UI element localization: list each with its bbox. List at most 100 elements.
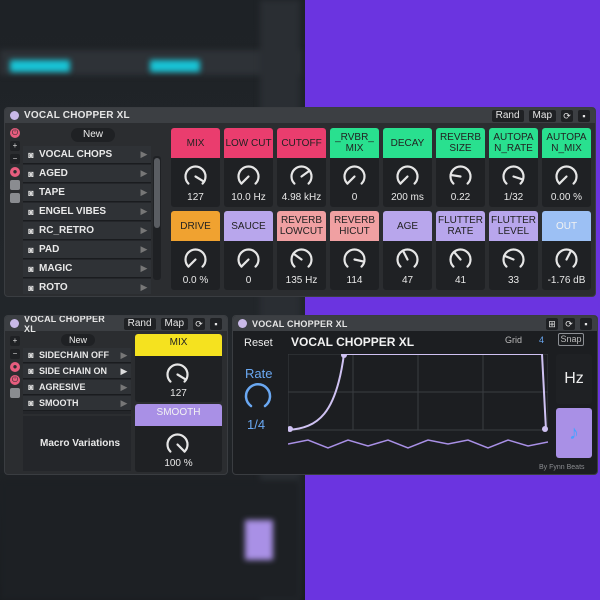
macro-refresh-icon[interactable]: ⟳ xyxy=(193,317,205,330)
param-knob[interactable] xyxy=(448,247,473,272)
preset-item[interactable]: ◙ MAGIC ▶ xyxy=(23,260,151,278)
macro-add-icon[interactable]: + xyxy=(10,336,20,346)
preset-item[interactable]: ◙ TAPE ▶ xyxy=(23,184,151,202)
macro-map-button[interactable]: Map xyxy=(160,317,188,330)
play-icon[interactable]: ▶ xyxy=(137,244,151,255)
macro-smooth-knob[interactable] xyxy=(165,432,190,457)
scrollbar-thumb[interactable] xyxy=(154,158,160,228)
play-icon[interactable]: ▶ xyxy=(137,149,151,160)
param-header[interactable]: OUT xyxy=(542,211,591,241)
play-icon[interactable]: ▶ xyxy=(137,168,151,179)
macro-new-button[interactable]: New xyxy=(61,334,95,346)
preset-item[interactable]: ◙ AGED ▶ xyxy=(23,165,151,183)
macro-save-icon[interactable]: ▪ xyxy=(210,317,222,330)
macro-toggle-icon[interactable] xyxy=(10,319,19,328)
hz-mode-button[interactable]: Hz xyxy=(556,354,592,404)
param-header[interactable]: LOW CUT xyxy=(224,128,273,158)
stack-icon[interactable] xyxy=(10,193,20,203)
play-icon[interactable]: ▶ xyxy=(137,225,151,236)
power-icon[interactable]: ⏻ xyxy=(10,128,20,138)
param-knob[interactable] xyxy=(554,164,579,189)
preset-scrollbar[interactable] xyxy=(153,156,161,280)
macro-preset-item[interactable]: ◙ SMOOTH ▶ xyxy=(23,396,131,411)
param-header[interactable]: REVERB HICUT xyxy=(330,211,379,241)
param-header[interactable]: AUTOPA N_RATE xyxy=(489,128,538,158)
param-header[interactable]: DRIVE xyxy=(171,211,220,241)
param-header[interactable]: AGE xyxy=(383,211,432,241)
preset-item[interactable]: ◙ ROTO ▶ xyxy=(23,279,151,294)
new-preset-button[interactable]: New xyxy=(71,128,115,142)
device-toggle-icon[interactable] xyxy=(10,111,19,120)
save-icon[interactable]: ▪ xyxy=(578,109,590,122)
env-save-icon[interactable]: ▪ xyxy=(580,317,592,330)
grid-value[interactable]: 4 xyxy=(539,335,544,345)
param-knob[interactable] xyxy=(236,247,261,272)
env-refresh-icon[interactable]: ⟳ xyxy=(563,317,575,330)
play-icon[interactable]: ▶ xyxy=(137,206,151,217)
play-icon[interactable]: ▶ xyxy=(117,366,131,377)
play-icon[interactable]: ▶ xyxy=(137,263,151,274)
remove-icon[interactable]: − xyxy=(10,154,20,164)
camera-icon: ◙ xyxy=(28,366,34,376)
preset-label: AGED xyxy=(39,168,68,179)
play-icon[interactable]: ▶ xyxy=(137,282,151,293)
param-knob[interactable] xyxy=(501,247,526,272)
param-knob[interactable] xyxy=(289,164,314,189)
play-icon[interactable]: ▶ xyxy=(117,350,131,361)
reset-button[interactable]: Reset xyxy=(244,337,273,349)
folder-icon[interactable] xyxy=(10,180,20,190)
preset-item[interactable]: ◙ PAD ▶ xyxy=(23,241,151,259)
param-knob[interactable] xyxy=(342,247,367,272)
rand-button[interactable]: Rand xyxy=(491,109,524,122)
macro-preset-item[interactable]: ◙ SIDECHAIN OFF ▶ xyxy=(23,348,131,363)
param-header[interactable]: _RVBR_ MIX xyxy=(330,128,379,158)
camera-icon: ◙ xyxy=(28,382,34,392)
param-knob[interactable] xyxy=(342,164,367,189)
param-knob[interactable] xyxy=(289,247,314,272)
refresh-icon[interactable]: ⟳ xyxy=(561,109,573,122)
param-knob[interactable] xyxy=(236,164,261,189)
param-header[interactable]: REVERB LOWCUT xyxy=(277,211,326,241)
preset-item[interactable]: ◙ VOCAL CHOPS ▶ xyxy=(23,146,151,164)
param-header[interactable]: DECAY xyxy=(383,128,432,158)
macro-remove-icon[interactable]: − xyxy=(10,349,20,359)
macro-rand-button[interactable]: Rand xyxy=(123,317,156,330)
envelope-editor[interactable] xyxy=(288,354,548,454)
camera-icon: ◙ xyxy=(28,244,34,255)
param-cell: LOW CUT 10.0 Hz xyxy=(224,128,273,207)
macro-preset-item[interactable]: ◙ SIDE CHAIN ON ▶ xyxy=(23,364,131,379)
param-header[interactable]: FLUTTER LEVEL xyxy=(489,211,538,241)
macro-power-icon[interactable]: ⏻ xyxy=(10,375,20,385)
param-knob[interactable] xyxy=(448,164,473,189)
env-toggle-icon[interactable] xyxy=(238,319,247,328)
add-icon[interactable]: + xyxy=(10,141,20,151)
param-knob[interactable] xyxy=(183,164,208,189)
record-icon[interactable]: ● xyxy=(10,167,20,177)
rate-knob[interactable] xyxy=(243,382,273,412)
play-icon[interactable]: ▶ xyxy=(137,187,151,198)
macro-mix-knob[interactable] xyxy=(165,362,190,387)
param-header[interactable]: MIX xyxy=(171,128,220,158)
param-header[interactable]: SAUCE xyxy=(224,211,273,241)
env-expand-icon[interactable]: ⊞ xyxy=(546,317,558,330)
param-knob[interactable] xyxy=(183,247,208,272)
macro-stack-icon[interactable] xyxy=(10,388,20,398)
map-button[interactable]: Map xyxy=(528,109,556,122)
param-knob[interactable] xyxy=(501,164,526,189)
envelope-point-end[interactable] xyxy=(542,426,548,432)
param-header[interactable]: REVERB SIZE xyxy=(436,128,485,158)
macro-preset-item[interactable]: ◙ AGRESIVE ▶ xyxy=(23,380,131,395)
play-icon[interactable]: ▶ xyxy=(117,398,131,409)
snap-button[interactable]: Snap xyxy=(558,333,584,346)
preset-item[interactable]: ◙ ENGEL VIBES ▶ xyxy=(23,203,151,221)
param-header[interactable]: FLUTTER RATE xyxy=(436,211,485,241)
param-header[interactable]: AUTOPA N_MIX xyxy=(542,128,591,158)
play-icon[interactable]: ▶ xyxy=(117,382,131,393)
param-knob[interactable] xyxy=(395,164,420,189)
param-knob[interactable] xyxy=(395,247,420,272)
param-knob[interactable] xyxy=(554,247,579,272)
preset-item[interactable]: ◙ RC_RETRO ▶ xyxy=(23,222,151,240)
param-header[interactable]: CUTOFF xyxy=(277,128,326,158)
note-icon[interactable]: ♪ xyxy=(556,408,592,458)
macro-record-icon[interactable]: ● xyxy=(10,362,20,372)
